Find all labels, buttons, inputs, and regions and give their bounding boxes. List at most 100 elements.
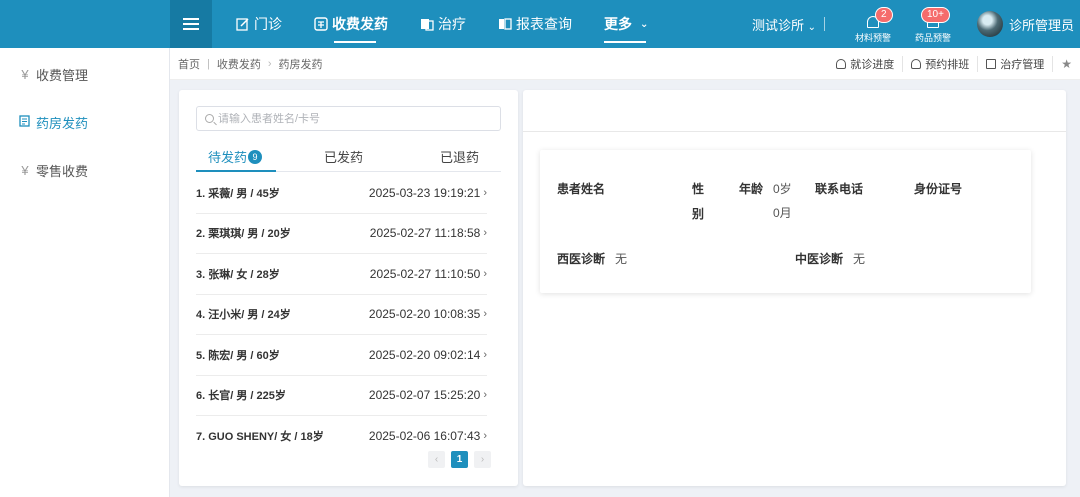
page-number-current[interactable]: 1 bbox=[451, 451, 468, 468]
drug-alert-badge: 10+ bbox=[920, 7, 950, 23]
chevron-right-icon: › bbox=[483, 186, 487, 199]
chevron-right-icon: › bbox=[267, 57, 272, 70]
next-page-button[interactable]: › bbox=[474, 451, 491, 468]
prev-page-button[interactable]: ‹ bbox=[428, 451, 445, 468]
patient-time: 2025-02-27 11:18:58 bbox=[369, 226, 481, 241]
breadcrumb: 首页 | 收费发药 › 药房发药 bbox=[178, 56, 323, 72]
chevron-down-icon: ⌄ bbox=[640, 18, 649, 30]
nav-more-label: 更多 bbox=[604, 16, 632, 32]
doctor-icon bbox=[836, 58, 847, 69]
chevron-right-icon: › bbox=[483, 430, 487, 443]
patient-name: 7. GUO SHENY/ 女 / 18岁 bbox=[196, 431, 324, 444]
material-alert-label: 材料预警 bbox=[854, 33, 891, 43]
western-diagnosis-label: 西医诊断 bbox=[557, 252, 606, 266]
sidebar-item-retail-charge[interactable]: ¥ 零售收费 bbox=[0, 146, 169, 194]
nav-reports[interactable]: 报表查询 bbox=[498, 0, 588, 48]
material-alert[interactable]: 2 材料预警 bbox=[843, 0, 903, 48]
chevron-right-icon: › bbox=[483, 389, 487, 402]
age-months-value: 0月 bbox=[773, 206, 792, 220]
list-item[interactable]: 2. 栗琪琪/ 男 / 20岁 2025-02-27 11:18:58 › bbox=[196, 214, 487, 254]
quick-link-label: 预约排班 bbox=[925, 58, 970, 71]
nav-treatment-label: 治疗 bbox=[438, 16, 466, 32]
avatar bbox=[976, 11, 1003, 37]
user-menu[interactable]: 诊所管理员 bbox=[976, 11, 1074, 37]
patient-name: 4. 汪小米/ 男 / 24岁 bbox=[196, 309, 291, 322]
breadcrumb-bar: 首页 | 收费发药 › 药房发药 就诊进度 预约排班 治疗管理 ★ bbox=[170, 48, 1080, 80]
clinic-name: 测试诊所 bbox=[751, 17, 804, 33]
chevron-down-icon: ⌄ bbox=[807, 21, 816, 33]
breadcrumb-charge[interactable]: 收费发药 bbox=[217, 56, 261, 72]
yen-icon: ¥ bbox=[21, 162, 29, 178]
quick-link-visit-progress[interactable]: 就诊进度 bbox=[828, 55, 904, 72]
tab-pending-count: 9 bbox=[248, 149, 263, 164]
sidebar-item-label: 药房发药 bbox=[36, 115, 89, 131]
chevron-right-icon: › bbox=[483, 227, 487, 240]
patient-time: 2025-02-20 10:08:35 bbox=[368, 307, 481, 322]
treatment-icon bbox=[986, 58, 997, 69]
list-item[interactable]: 5. 陈宏/ 男 / 60岁 2025-02-20 09:02:14 › bbox=[196, 335, 487, 376]
yen-icon: ¥ bbox=[21, 66, 29, 82]
patient-time: 2025-02-27 11:10:50 bbox=[369, 266, 481, 281]
patient-list: 1. 采薇/ 男 / 45岁 2025-03-23 19:19:21 › 2. 栗… bbox=[196, 173, 487, 457]
patient-detail-panel: 患者姓名 性 别 年龄 0岁 0月 联系电话 身份证号 西医诊断 无 中医诊断 … bbox=[523, 90, 1066, 486]
quick-link-appointment[interactable]: 预约排班 bbox=[903, 55, 979, 72]
list-item[interactable]: 1. 采薇/ 男 / 45岁 2025-03-23 19:19:21 › bbox=[196, 173, 487, 214]
tcm-diagnosis-label: 中医诊断 bbox=[795, 252, 844, 266]
patient-time: 2025-02-06 16:07:43 bbox=[368, 429, 481, 444]
star-icon[interactable]: ★ bbox=[1053, 57, 1072, 71]
patient-name: 1. 采薇/ 男 / 45岁 bbox=[196, 187, 280, 200]
phone-label: 联系电话 bbox=[815, 182, 864, 196]
search-input[interactable] bbox=[218, 112, 488, 125]
tab-dispensed-label: 已发药 bbox=[323, 150, 363, 165]
drug-alert[interactable]: 10+ 药品预警 bbox=[903, 0, 963, 48]
patient-name: 2. 栗琪琪/ 男 / 20岁 bbox=[196, 228, 291, 241]
patient-name-label: 患者姓名 bbox=[557, 182, 606, 196]
tab-returned-label: 已退药 bbox=[439, 150, 479, 165]
tab-pending[interactable]: 待发药 9 bbox=[196, 142, 298, 172]
patient-time: 2025-02-20 09:02:14 bbox=[368, 347, 481, 362]
detail-header bbox=[523, 90, 1066, 132]
gender-label: 性 bbox=[692, 182, 705, 196]
quick-link-treatment-management[interactable]: 治疗管理 bbox=[978, 55, 1054, 72]
nav-outpatient-label: 门诊 bbox=[254, 16, 282, 32]
nav-treatment[interactable]: 治疗 bbox=[420, 0, 482, 48]
sidebar-item-pharmacy-dispense[interactable]: 药房发药 bbox=[0, 98, 169, 146]
tab-returned[interactable]: 已退药 bbox=[389, 142, 501, 171]
nav-outpatient[interactable]: 门诊 bbox=[236, 0, 298, 48]
gender-label-2: 别 bbox=[692, 207, 705, 221]
report-icon bbox=[499, 18, 512, 30]
chevron-right-icon: › bbox=[483, 348, 487, 361]
material-alert-badge: 2 bbox=[874, 7, 893, 23]
id-number-label: 身份证号 bbox=[914, 182, 963, 196]
western-diagnosis-value: 无 bbox=[615, 252, 628, 266]
tab-dispensed[interactable]: 已发药 bbox=[298, 142, 388, 171]
main-nav: 门诊 收费发药 治疗 报表查询 更多 ⌄ bbox=[236, 0, 680, 48]
cashier-icon bbox=[314, 17, 328, 31]
quick-link-label: 治疗管理 bbox=[1000, 58, 1045, 71]
nav-charge-dispense[interactable]: 收费发药 bbox=[314, 0, 404, 48]
list-item[interactable]: 6. 长官/ 男 / 225岁 2025-02-07 15:25:20 › bbox=[196, 376, 487, 416]
user-name: 诊所管理员 bbox=[1008, 17, 1074, 33]
clinic-selector[interactable]: 测试诊所 ⌄ bbox=[752, 15, 816, 34]
chevron-right-icon: › bbox=[483, 267, 487, 280]
pagination: ‹ 1 › bbox=[428, 451, 497, 468]
treatment-icon bbox=[421, 19, 434, 31]
patient-info-card: 患者姓名 性 别 年龄 0岁 0月 联系电话 身份证号 西医诊断 无 中医诊断 … bbox=[540, 150, 1031, 293]
nav-charge-dispense-label: 收费发药 bbox=[332, 16, 388, 32]
menu-toggle-button[interactable] bbox=[170, 0, 212, 48]
patient-time: 2025-03-23 19:19:21 bbox=[368, 185, 481, 200]
list-item[interactable]: 4. 汪小米/ 男 / 24岁 2025-02-20 10:08:35 › bbox=[196, 295, 487, 335]
sidebar: ¥ 收费管理 药房发药 ¥ 零售收费 bbox=[0, 48, 170, 497]
breadcrumb-separator: | bbox=[207, 57, 210, 70]
age-label: 年龄 bbox=[739, 182, 764, 196]
tab-pending-label: 待发药 bbox=[208, 150, 248, 165]
list-item[interactable]: 3. 张琳/ 女 / 28岁 2025-02-27 11:10:50 › bbox=[196, 254, 487, 295]
prescription-icon bbox=[18, 114, 32, 130]
sidebar-item-charge-management[interactable]: ¥ 收费管理 bbox=[0, 50, 169, 98]
nav-more[interactable]: 更多 ⌄ bbox=[604, 0, 664, 48]
age-years-value: 0岁 bbox=[773, 182, 792, 196]
nav-reports-label: 报表查询 bbox=[516, 16, 572, 32]
patient-list-panel: 待发药 9 已发药 已退药 1. 采薇/ 男 / 45岁 2025-03-23 … bbox=[179, 90, 518, 486]
quick-link-label: 就诊进度 bbox=[850, 58, 895, 71]
breadcrumb-home[interactable]: 首页 bbox=[178, 56, 200, 72]
